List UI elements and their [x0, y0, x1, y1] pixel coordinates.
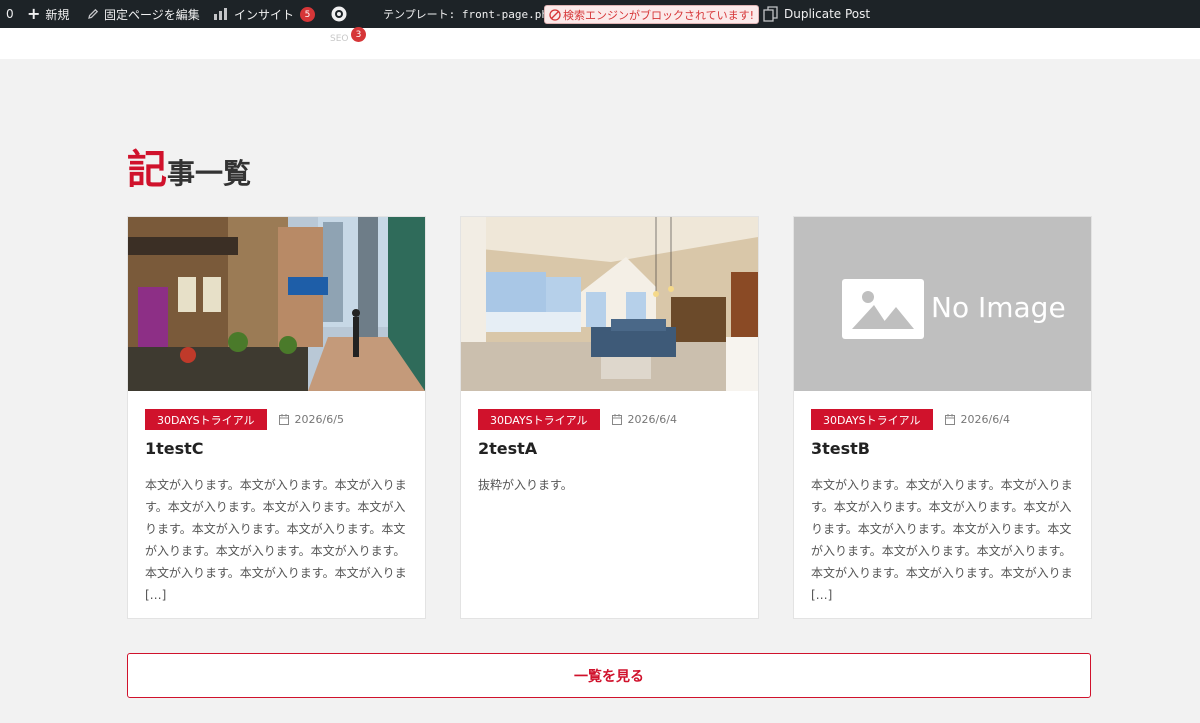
edit-page-button[interactable]: 固定ページを編集	[87, 0, 200, 28]
post-date-text: 2026/6/4	[960, 413, 1010, 426]
calendar-icon	[611, 414, 622, 425]
view-all-button[interactable]: 一覧を見る	[127, 653, 1091, 698]
post-meta: 30DAYSトライアル 2026/6/4	[478, 409, 677, 430]
category-badge[interactable]: 30DAYSトライアル	[811, 409, 933, 430]
insight-count-badge: 5	[300, 7, 315, 22]
plus-icon: +	[27, 4, 41, 23]
no-image-text: No Image	[931, 291, 1066, 324]
post-card[interactable]: No Image 30DAYSトライアル 2026/6/4 3testB 本文が…	[793, 216, 1092, 619]
seo-menu[interactable]	[330, 0, 348, 28]
copy-icon	[763, 6, 778, 22]
post-date: 2026/6/5	[278, 413, 344, 426]
bar-chart-icon	[214, 8, 227, 20]
seo-count-badge: 3	[351, 27, 366, 42]
street-scene-image	[128, 217, 425, 391]
edit-page-label: 固定ページを編集	[104, 7, 200, 22]
insight-count: 5	[304, 9, 311, 20]
post-thumbnail[interactable]: No Image	[794, 217, 1091, 391]
post-title[interactable]: 1testC	[145, 439, 204, 458]
search-warning-text: 検索エンジンがブロックされています!	[563, 8, 755, 22]
post-excerpt: 抜粋が入ります。	[478, 478, 573, 492]
post-date-text: 2026/6/5	[294, 413, 344, 426]
prohibited-icon	[549, 8, 561, 21]
new-content-button[interactable]: + 新規	[27, 0, 69, 28]
post-date: 2026/6/4	[944, 413, 1010, 426]
new-content-label: 新規	[45, 7, 70, 22]
seo-label: SEO	[330, 34, 349, 44]
template-info[interactable]: テンプレート: front-page.php	[383, 0, 555, 28]
post-meta: 30DAYSトライアル 2026/6/5	[145, 409, 344, 430]
post-date-text: 2026/6/4	[627, 413, 677, 426]
post-thumbnail[interactable]	[128, 217, 425, 391]
living-room-image	[461, 217, 758, 391]
post-card[interactable]: 30DAYSトライアル 2026/6/5 1testC 本文が入ります。本文が入…	[127, 216, 426, 619]
post-card[interactable]: 30DAYSトライアル 2026/6/4 2testA 抜粋が入ります。	[460, 216, 759, 619]
duplicate-post-label: Duplicate Post	[784, 7, 871, 21]
image-placeholder-icon	[842, 279, 924, 339]
duplicate-post-button[interactable]: Duplicate Post	[763, 0, 870, 28]
gear-icon	[331, 6, 347, 22]
template-label: テンプレート: front-page.php	[383, 8, 555, 21]
header-strip	[0, 28, 1200, 59]
admin-bar: 0 + 新規 固定ページを編集 インサイト 5 テンプレート: front-pa…	[0, 0, 1200, 28]
post-excerpt: 本文が入ります。本文が入ります。本文が入ります。本文が入ります。本文が入ります。…	[811, 478, 1073, 602]
category-badge[interactable]: 30DAYSトライアル	[478, 409, 600, 430]
calendar-icon	[944, 414, 955, 425]
seo-count: 3	[355, 29, 362, 40]
category-badge[interactable]: 30DAYSトライアル	[145, 409, 267, 430]
pencil-icon	[88, 8, 99, 19]
section-title-first-char: 記	[127, 147, 167, 193]
post-title[interactable]: 2testA	[478, 439, 537, 458]
section-title: 記 事一覧	[127, 146, 251, 198]
calendar-icon	[278, 414, 289, 425]
section-title-rest: 事一覧	[167, 157, 252, 190]
admin-counter-value: 0	[6, 7, 14, 21]
post-date: 2026/6/4	[611, 413, 677, 426]
insight-menu[interactable]: インサイト	[214, 0, 294, 28]
post-title[interactable]: 3testB	[811, 439, 870, 458]
post-thumbnail[interactable]	[461, 217, 758, 391]
insight-label: インサイト	[234, 7, 295, 22]
search-blocked-warning[interactable]: 検索エンジンがブロックされています!	[544, 5, 760, 24]
admin-counter[interactable]: 0	[6, 0, 14, 28]
post-meta: 30DAYSトライアル 2026/6/4	[811, 409, 1010, 430]
post-excerpt: 本文が入ります。本文が入ります。本文が入ります。本文が入ります。本文が入ります。…	[145, 478, 407, 602]
